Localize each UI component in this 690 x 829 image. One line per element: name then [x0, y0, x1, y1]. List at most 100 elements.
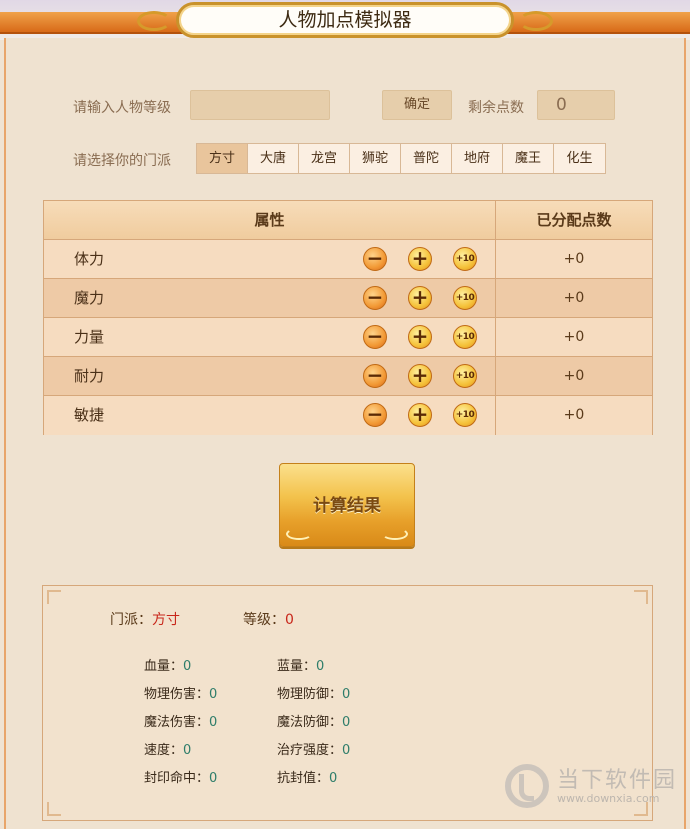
watermark-text: 当下软件园	[557, 768, 678, 793]
stat-label: 抗封值：	[277, 771, 330, 786]
watermark-logo-icon	[505, 764, 549, 808]
stat-physical-defense: 物理防御：0	[277, 683, 350, 702]
minus-button[interactable]: −	[363, 286, 387, 310]
ornament-left	[137, 11, 171, 31]
plus-button[interactable]: +	[408, 403, 432, 427]
stat-value: 0	[209, 771, 218, 786]
result-school: 门派：方寸	[110, 609, 180, 629]
plus-button[interactable]: +	[408, 247, 432, 271]
attribute-name: 耐力	[74, 367, 105, 385]
school-tab-longgong[interactable]: 龙宫	[299, 144, 350, 173]
plus-ten-button[interactable]: +10	[453, 364, 477, 388]
level-label: 请输入人物等级	[73, 100, 171, 116]
stat-label: 治疗强度：	[277, 743, 343, 758]
corner-ornament	[47, 802, 61, 816]
stat-seal-hit: 封印命中：0	[144, 767, 217, 786]
attribute-row-strength: 力量 − + +10 +0	[44, 318, 652, 357]
stat-magic-damage: 魔法伤害：0	[144, 711, 217, 730]
corner-ornament	[634, 590, 648, 604]
watermark-url: www.downxia.com	[557, 792, 660, 805]
stat-value: 0	[316, 659, 325, 674]
school-tab-huasheng[interactable]: 化生	[554, 144, 605, 173]
attribute-row-endurance: 耐力 − + +10 +0	[44, 357, 652, 396]
header-assigned-points: 已分配点数	[536, 211, 612, 229]
attribute-row-agility: 敏捷 − + +10 +0	[44, 396, 652, 435]
plus-button[interactable]: +	[408, 286, 432, 310]
plus-ten-button[interactable]: +10	[453, 247, 477, 271]
stat-magic-defense: 魔法防御：0	[277, 711, 350, 730]
stat-label: 封印命中：	[144, 771, 210, 786]
stat-value: 0	[183, 659, 192, 674]
stat-physical-damage: 物理伤害：0	[144, 683, 217, 702]
plus-ten-button[interactable]: +10	[453, 286, 477, 310]
school-tab-fangcun[interactable]: 方寸	[197, 144, 248, 173]
remaining-points: 0	[537, 90, 615, 120]
calculate-button-label: 计算结果	[313, 496, 381, 516]
school-label: 请选择你的门派	[73, 153, 171, 169]
calculate-button[interactable]: 计算结果	[279, 463, 415, 547]
confirm-button[interactable]: 确定	[382, 90, 452, 120]
plus-ten-button[interactable]: +10	[453, 325, 477, 349]
stat-seal-resist: 抗封值：0	[277, 767, 337, 786]
school-tabs: 方寸 大唐 龙宫 狮驼 普陀 地府 魔王 化生	[196, 143, 606, 174]
minus-button[interactable]: −	[363, 364, 387, 388]
result-level-value: 0	[285, 612, 294, 628]
minus-button[interactable]: −	[363, 247, 387, 271]
assigned-points: +0	[563, 407, 585, 423]
attribute-name: 敏捷	[74, 406, 105, 424]
title-plate: 人物加点模拟器	[137, 2, 553, 38]
result-school-value: 方寸	[152, 612, 180, 628]
stat-label: 蓝量：	[277, 659, 317, 674]
stat-value: 0	[329, 771, 338, 786]
ornament-right	[519, 11, 553, 31]
page-title: 人物加点模拟器	[278, 9, 412, 31]
plus-button[interactable]: +	[408, 325, 432, 349]
attribute-row-constitution: 体力 − + +10 +0	[44, 240, 652, 279]
stat-value: 0	[342, 687, 351, 702]
header-attribute: 属性	[44, 201, 496, 239]
stat-label: 魔法防御：	[277, 715, 343, 730]
plus-ten-button[interactable]: +10	[453, 403, 477, 427]
school-tab-mowang[interactable]: 魔王	[503, 144, 554, 173]
minus-button[interactable]: −	[363, 403, 387, 427]
assigned-points: +0	[563, 329, 585, 345]
remaining-label: 剩余点数	[468, 100, 524, 116]
result-school-label: 门派：	[110, 612, 152, 628]
stat-label: 血量：	[144, 659, 184, 674]
stat-label: 速度：	[144, 743, 184, 758]
result-level-label: 等级：	[243, 612, 285, 628]
stat-mp: 蓝量：0	[277, 655, 324, 674]
corner-ornament	[47, 590, 61, 604]
school-tab-datang[interactable]: 大唐	[248, 144, 299, 173]
school-tab-difu[interactable]: 地府	[452, 144, 503, 173]
assigned-points: +0	[563, 290, 585, 306]
stat-label: 物理伤害：	[144, 687, 210, 702]
button-ornament-right	[382, 528, 408, 540]
school-tab-putuo[interactable]: 普陀	[401, 144, 452, 173]
stat-speed: 速度：0	[144, 739, 191, 758]
button-ornament-left	[286, 528, 312, 540]
stat-value: 0	[209, 687, 218, 702]
stat-value: 0	[183, 743, 192, 758]
assigned-points: +0	[563, 368, 585, 384]
attribute-row-magic: 魔力 − + +10 +0	[44, 279, 652, 318]
stat-label: 物理防御：	[277, 687, 343, 702]
stat-label: 魔法伤害：	[144, 715, 210, 730]
attribute-table-header: 属性 已分配点数	[44, 201, 652, 240]
attribute-table: 属性 已分配点数 体力 − + +10 +0 魔力 − + +10 +0 力量 …	[43, 200, 653, 435]
stat-value: 0	[342, 743, 351, 758]
attribute-name: 体力	[74, 250, 105, 268]
minus-button[interactable]: −	[363, 325, 387, 349]
stat-value: 0	[209, 715, 218, 730]
watermark: 当下软件园 www.downxia.com	[505, 762, 690, 822]
level-input[interactable]	[190, 90, 330, 120]
stat-hp: 血量：0	[144, 655, 191, 674]
result-level: 等级：0	[243, 609, 294, 629]
school-tab-shituo[interactable]: 狮驼	[350, 144, 401, 173]
attribute-name: 魔力	[74, 289, 105, 307]
attribute-name: 力量	[74, 328, 105, 346]
stat-value: 0	[342, 715, 351, 730]
plus-button[interactable]: +	[408, 364, 432, 388]
stat-healing-power: 治疗强度：0	[277, 739, 350, 758]
assigned-points: +0	[563, 251, 585, 267]
